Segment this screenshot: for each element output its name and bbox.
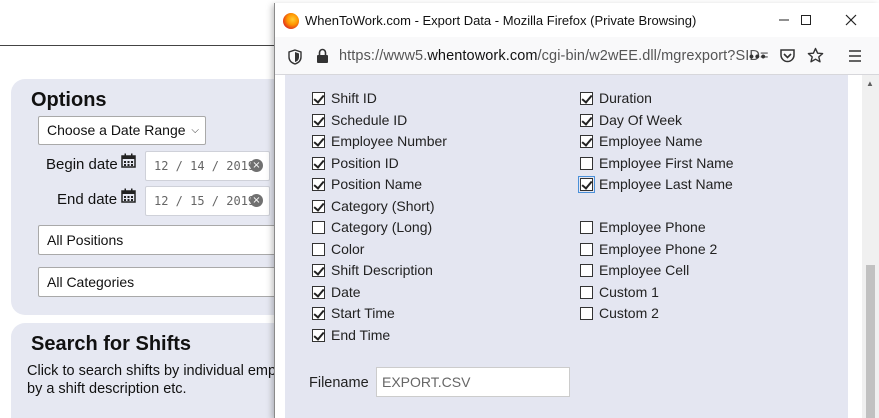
chevron-down-icon: ⌵ bbox=[191, 125, 199, 136]
export-field-checkbox[interactable] bbox=[312, 157, 325, 170]
export-field-label: Color bbox=[331, 241, 365, 257]
positions-select[interactable]: All Positions bbox=[38, 225, 298, 255]
url-text[interactable]: https://www5.whentowork.com/cgi-bin/w2wE… bbox=[339, 48, 769, 64]
url-suffix: /cgi-bin/w2wEE.dll/mgrexport?SID= bbox=[537, 48, 769, 64]
export-field-checkbox[interactable] bbox=[312, 286, 325, 299]
calendar-icon[interactable] bbox=[121, 188, 136, 203]
export-field-checkbox[interactable] bbox=[312, 243, 325, 256]
page-content: Shift ID Schedule ID Employee Number Positi… bbox=[275, 75, 862, 418]
export-field-label: Category (Long) bbox=[331, 219, 433, 235]
firefox-window: WhenToWork.com - Export Data - Mozilla F… bbox=[274, 3, 879, 418]
positions-select-value: All Positions bbox=[47, 232, 124, 248]
maximize-icon[interactable] bbox=[796, 10, 816, 30]
clear-end-date-icon[interactable]: × bbox=[250, 194, 263, 207]
categories-select[interactable]: All Categories bbox=[38, 267, 298, 297]
address-bar[interactable]: https://www5.whentowork.com/cgi-bin/w2wE… bbox=[275, 37, 879, 75]
export-field-checkbox[interactable] bbox=[578, 176, 595, 193]
filename-label: Filename bbox=[309, 375, 369, 391]
window-title: WhenToWork.com - Export Data - Mozilla F… bbox=[305, 13, 697, 28]
window-titlebar[interactable]: WhenToWork.com - Export Data - Mozilla F… bbox=[275, 3, 879, 37]
scroll-up-arrow-icon[interactable]: ▲ bbox=[866, 79, 874, 88]
bookmark-star-icon[interactable] bbox=[807, 47, 824, 64]
scrollbar-thumb[interactable] bbox=[866, 265, 875, 418]
options-panel: Options Choose a Date Range ⌵ Begin date… bbox=[11, 79, 301, 315]
export-field-checkbox[interactable] bbox=[580, 243, 593, 256]
export-field-checkbox[interactable] bbox=[312, 307, 325, 320]
export-field-checkbox[interactable] bbox=[312, 92, 325, 105]
export-field-checkbox[interactable] bbox=[312, 264, 325, 277]
export-field-checkbox[interactable] bbox=[312, 114, 325, 127]
export-field-label: Employee Phone 2 bbox=[599, 241, 718, 257]
export-fields-form: Shift ID Schedule ID Employee Number Positi… bbox=[285, 75, 848, 418]
export-field-label: Employee Last Name bbox=[599, 176, 733, 192]
lock-icon[interactable] bbox=[316, 48, 329, 64]
export-field-checkbox[interactable] bbox=[580, 92, 593, 105]
firefox-logo-icon bbox=[283, 13, 299, 29]
end-date-input[interactable]: 12 / 15 / 2019 × bbox=[145, 186, 270, 216]
export-field-label: Category (Short) bbox=[331, 198, 435, 214]
export-field-label: Employee Cell bbox=[599, 262, 690, 278]
export-field-checkbox[interactable] bbox=[580, 221, 593, 234]
export-field-label: Date bbox=[331, 284, 361, 300]
export-field-label: Employee Phone bbox=[599, 219, 706, 235]
export-field-label: Duration bbox=[599, 90, 652, 106]
export-field-label: Shift Description bbox=[331, 262, 433, 278]
url-domain: whentowork.com bbox=[427, 48, 538, 64]
export-field-label: Schedule ID bbox=[331, 112, 408, 128]
export-field-label: Custom 2 bbox=[599, 305, 659, 321]
filename-input[interactable]: EXPORT.CSV bbox=[376, 367, 570, 397]
export-field-label: Position Name bbox=[331, 176, 423, 192]
begin-date-label: Begin date bbox=[46, 156, 118, 173]
date-range-select[interactable]: Choose a Date Range ⌵ bbox=[38, 116, 206, 145]
options-title: Options bbox=[31, 89, 107, 111]
export-field-label: Start Time bbox=[331, 305, 395, 321]
close-icon[interactable] bbox=[841, 10, 861, 30]
search-desc-line-1: Click to search shifts by individual emp bbox=[27, 363, 277, 379]
search-shifts-description: Click to search shifts by individual emp… bbox=[27, 362, 307, 398]
pocket-icon[interactable] bbox=[779, 48, 796, 64]
export-field-checkbox[interactable] bbox=[580, 135, 593, 148]
calendar-icon[interactable] bbox=[121, 153, 136, 168]
search-desc-line-2: by a shift description etc. bbox=[27, 381, 187, 397]
categories-select-value: All Categories bbox=[47, 274, 135, 290]
export-field-label: Employee Number bbox=[331, 133, 447, 149]
page-header-divider bbox=[0, 45, 280, 46]
end-date-label: End date bbox=[57, 191, 118, 208]
export-field-checkbox[interactable] bbox=[580, 264, 593, 277]
export-field-checkbox[interactable] bbox=[580, 286, 593, 299]
search-shifts-panel[interactable]: Search for Shifts Click to search shifts… bbox=[11, 323, 301, 418]
export-field-label: Position ID bbox=[331, 155, 399, 171]
export-field-checkbox[interactable] bbox=[312, 200, 325, 213]
end-date-value: 12 / 15 / 2019 bbox=[154, 194, 256, 208]
date-range-select-value: Choose a Date Range bbox=[47, 122, 186, 138]
minimize-icon[interactable] bbox=[774, 10, 794, 30]
page-actions-menu-icon[interactable]: ••• bbox=[749, 48, 767, 64]
export-field-label: Shift ID bbox=[331, 90, 377, 106]
export-field-checkbox[interactable] bbox=[312, 329, 325, 342]
export-field-checkbox[interactable] bbox=[312, 221, 325, 234]
export-field-checkbox[interactable] bbox=[580, 114, 593, 127]
export-field-label: Custom 1 bbox=[599, 284, 659, 300]
begin-date-input[interactable]: 12 / 14 / 2019 × bbox=[145, 151, 270, 181]
export-field-label: End Time bbox=[331, 327, 391, 343]
export-field-label: Employee Name bbox=[599, 133, 703, 149]
export-field-label: Day Of Week bbox=[599, 112, 682, 128]
vertical-scrollbar[interactable]: ▲ bbox=[862, 75, 879, 418]
search-shifts-title: Search for Shifts bbox=[31, 333, 192, 355]
export-field-label: Employee First Name bbox=[599, 155, 734, 171]
shield-icon[interactable] bbox=[288, 49, 302, 65]
export-field-checkbox[interactable] bbox=[312, 178, 325, 191]
hamburger-menu-icon[interactable] bbox=[848, 49, 862, 63]
export-field-checkbox[interactable] bbox=[312, 135, 325, 148]
url-prefix: https://www5. bbox=[339, 48, 428, 64]
export-field-checkbox[interactable] bbox=[580, 157, 593, 170]
export-field-checkbox[interactable] bbox=[580, 307, 593, 320]
begin-date-value: 12 / 14 / 2019 bbox=[154, 159, 256, 173]
clear-begin-date-icon[interactable]: × bbox=[250, 159, 263, 172]
